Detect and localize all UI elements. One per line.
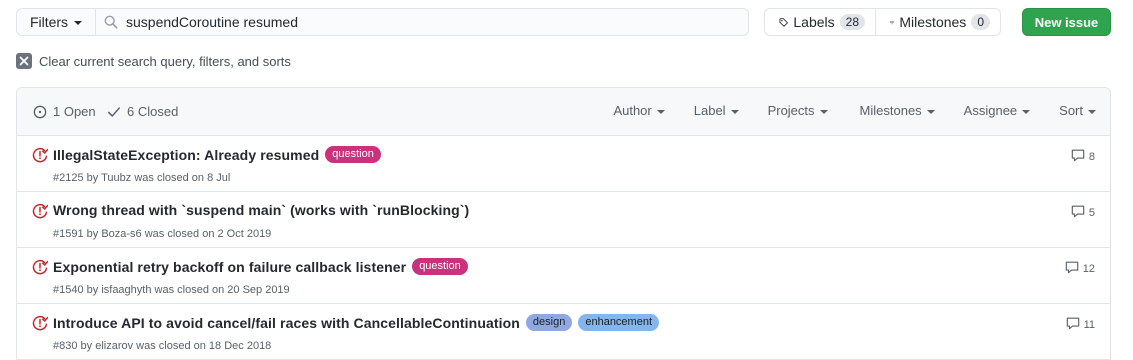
projects-filter-menu[interactable]: Projects: [768, 103, 828, 118]
label-filter-label: Label: [693, 103, 726, 118]
clear-search-link[interactable]: Clear current search query, filters, and…: [16, 52, 291, 70]
filter-menus: Author Label Projects Milestones Assigne…: [613, 103, 1096, 118]
sort-menu[interactable]: Sort: [1059, 103, 1096, 118]
issue-row[interactable]: Wrong thread with `suspend main` (works …: [17, 192, 1110, 248]
label-filter-menu[interactable]: Label: [694, 103, 739, 118]
filter-bar: Filters: [16, 8, 749, 36]
issue-row[interactable]: IllegalStateException: Already resumed qu…: [17, 136, 1110, 192]
chevron-down-icon: [819, 109, 828, 114]
comment-icon: [1071, 148, 1085, 165]
issue-title-line: Exponential retry backoff on failure cal…: [53, 258, 468, 275]
issue-open-icon: [33, 105, 47, 118]
comments-link[interactable]: 12: [1065, 260, 1095, 277]
comments-count: 5: [1088, 206, 1095, 219]
issues-list: 1 Open 6 Closed Author Label Projects Mi…: [16, 87, 1111, 360]
closed-issues-tab[interactable]: 6 Closed: [107, 104, 178, 119]
comments-count: 12: [1082, 262, 1095, 275]
issue-meta-text: #1591 by Boza-s6 was closed on 2 Oct 201…: [53, 228, 272, 240]
issue-meta-text: #2125 by Tuubz was closed on 8 Jul: [53, 172, 231, 184]
open-issues-tab[interactable]: 1 Open: [33, 104, 96, 119]
labels-milestones-nav: Labels 28 Milestones 0: [764, 8, 1001, 36]
comments-count: 11: [1083, 318, 1095, 331]
milestones-count: 0: [971, 14, 990, 30]
labels-count: 28: [839, 14, 865, 30]
new-issue-button[interactable]: New issue: [1022, 8, 1111, 36]
labels-button[interactable]: Labels 28: [764, 8, 876, 36]
new-issue-button-label: New issue: [1034, 14, 1099, 30]
chevron-down-icon: [1088, 109, 1096, 114]
search-icon: [104, 15, 118, 29]
comments-link[interactable]: 5: [1071, 204, 1095, 221]
issue-title-link[interactable]: IllegalStateException: Already resumed: [53, 147, 319, 163]
closed-issues-label: 6 Closed: [127, 104, 179, 119]
comment-icon: [1071, 204, 1085, 221]
issue-row[interactable]: Introduce API to avoid cancel/fail races…: [17, 304, 1110, 360]
search-field[interactable]: [96, 8, 749, 36]
search-input[interactable]: [126, 14, 726, 30]
comment-icon: [1066, 316, 1080, 333]
issue-title-line: Introduce API to avoid cancel/fail races…: [53, 314, 660, 331]
assignee-filter-label: Assignee: [963, 103, 1018, 118]
labels-button-label: Labels: [793, 14, 835, 30]
issue-title-link[interactable]: Wrong thread with `suspend main` (works …: [53, 202, 469, 218]
author-filter-menu[interactable]: Author: [613, 103, 665, 118]
issue-meta: #830 by elizarov was closed on 18 Dec 20…: [53, 340, 271, 352]
issue-title-link[interactable]: Exponential retry backoff on failure cal…: [53, 259, 406, 275]
milestones-button-label: Milestones: [899, 14, 967, 30]
issue-meta: #1591 by Boza-s6 was closed on 2 Oct 201…: [53, 228, 271, 240]
comment-icon: [1065, 260, 1079, 277]
tag-icon: [779, 17, 788, 27]
issue-label-enhancement[interactable]: enhancement: [578, 314, 660, 331]
close-icon: [16, 53, 32, 69]
issue-title-link[interactable]: Introduce API to avoid cancel/fail races…: [53, 315, 520, 331]
issue-meta: #1540 by isfaaghyth was closed on 20 Sep…: [53, 284, 290, 296]
check-icon: [108, 106, 120, 117]
clear-search-label: Clear current search query, filters, and…: [39, 53, 291, 69]
issues-list-header: 1 Open 6 Closed Author Label Projects Mi…: [17, 88, 1110, 136]
issue-label-design[interactable]: design: [525, 314, 573, 331]
open-issues-label: 1 Open: [53, 104, 96, 119]
issues-toolbar: Filters Labels 28 Milestones: [16, 8, 1111, 36]
milestones-filter-label: Milestones: [859, 103, 922, 118]
issue-meta-text: #830 by elizarov was closed on 18 Dec 20…: [53, 340, 272, 352]
assignee-filter-menu[interactable]: Assignee: [963, 103, 1031, 118]
issue-label-question[interactable]: question: [325, 146, 381, 163]
chevron-down-icon: [730, 109, 739, 114]
issue-meta-text: #1540 by isfaaghyth was closed on 20 Sep…: [53, 284, 290, 296]
milestones-button[interactable]: Milestones 0: [876, 8, 1001, 36]
filters-button[interactable]: Filters: [16, 8, 96, 36]
issue-row[interactable]: Exponential retry backoff on failure cal…: [17, 248, 1110, 304]
issue-meta: #2125 by Tuubz was closed on 8 Jul: [53, 172, 230, 184]
comments-count: 8: [1088, 150, 1095, 163]
issue-rows: IllegalStateException: Already resumed qu…: [17, 136, 1110, 360]
filters-button-label: Filters: [29, 14, 69, 30]
chevron-down-icon: [656, 109, 665, 114]
issue-label-question[interactable]: question: [412, 258, 468, 275]
projects-filter-label: Projects: [767, 103, 815, 118]
chevron-down-icon: [1022, 109, 1031, 114]
issue-title-line: Wrong thread with `suspend main` (works …: [53, 202, 469, 218]
issue-title-line: IllegalStateException: Already resumed qu…: [53, 146, 381, 163]
chevron-down-icon: [926, 109, 935, 114]
comments-link[interactable]: 11: [1066, 316, 1095, 333]
author-filter-label: Author: [613, 103, 652, 118]
comments-link[interactable]: 8: [1071, 148, 1095, 165]
sort-label: Sort: [1059, 103, 1083, 118]
milestones-filter-menu[interactable]: Milestones: [860, 103, 935, 118]
chevron-down-icon: [74, 21, 83, 25]
issue-closed-icon: [32, 203, 49, 222]
milestone-icon: [890, 20, 895, 24]
issue-closed-icon: [32, 147, 49, 166]
issue-closed-icon: [32, 259, 49, 278]
issue-closed-icon: [32, 315, 49, 334]
